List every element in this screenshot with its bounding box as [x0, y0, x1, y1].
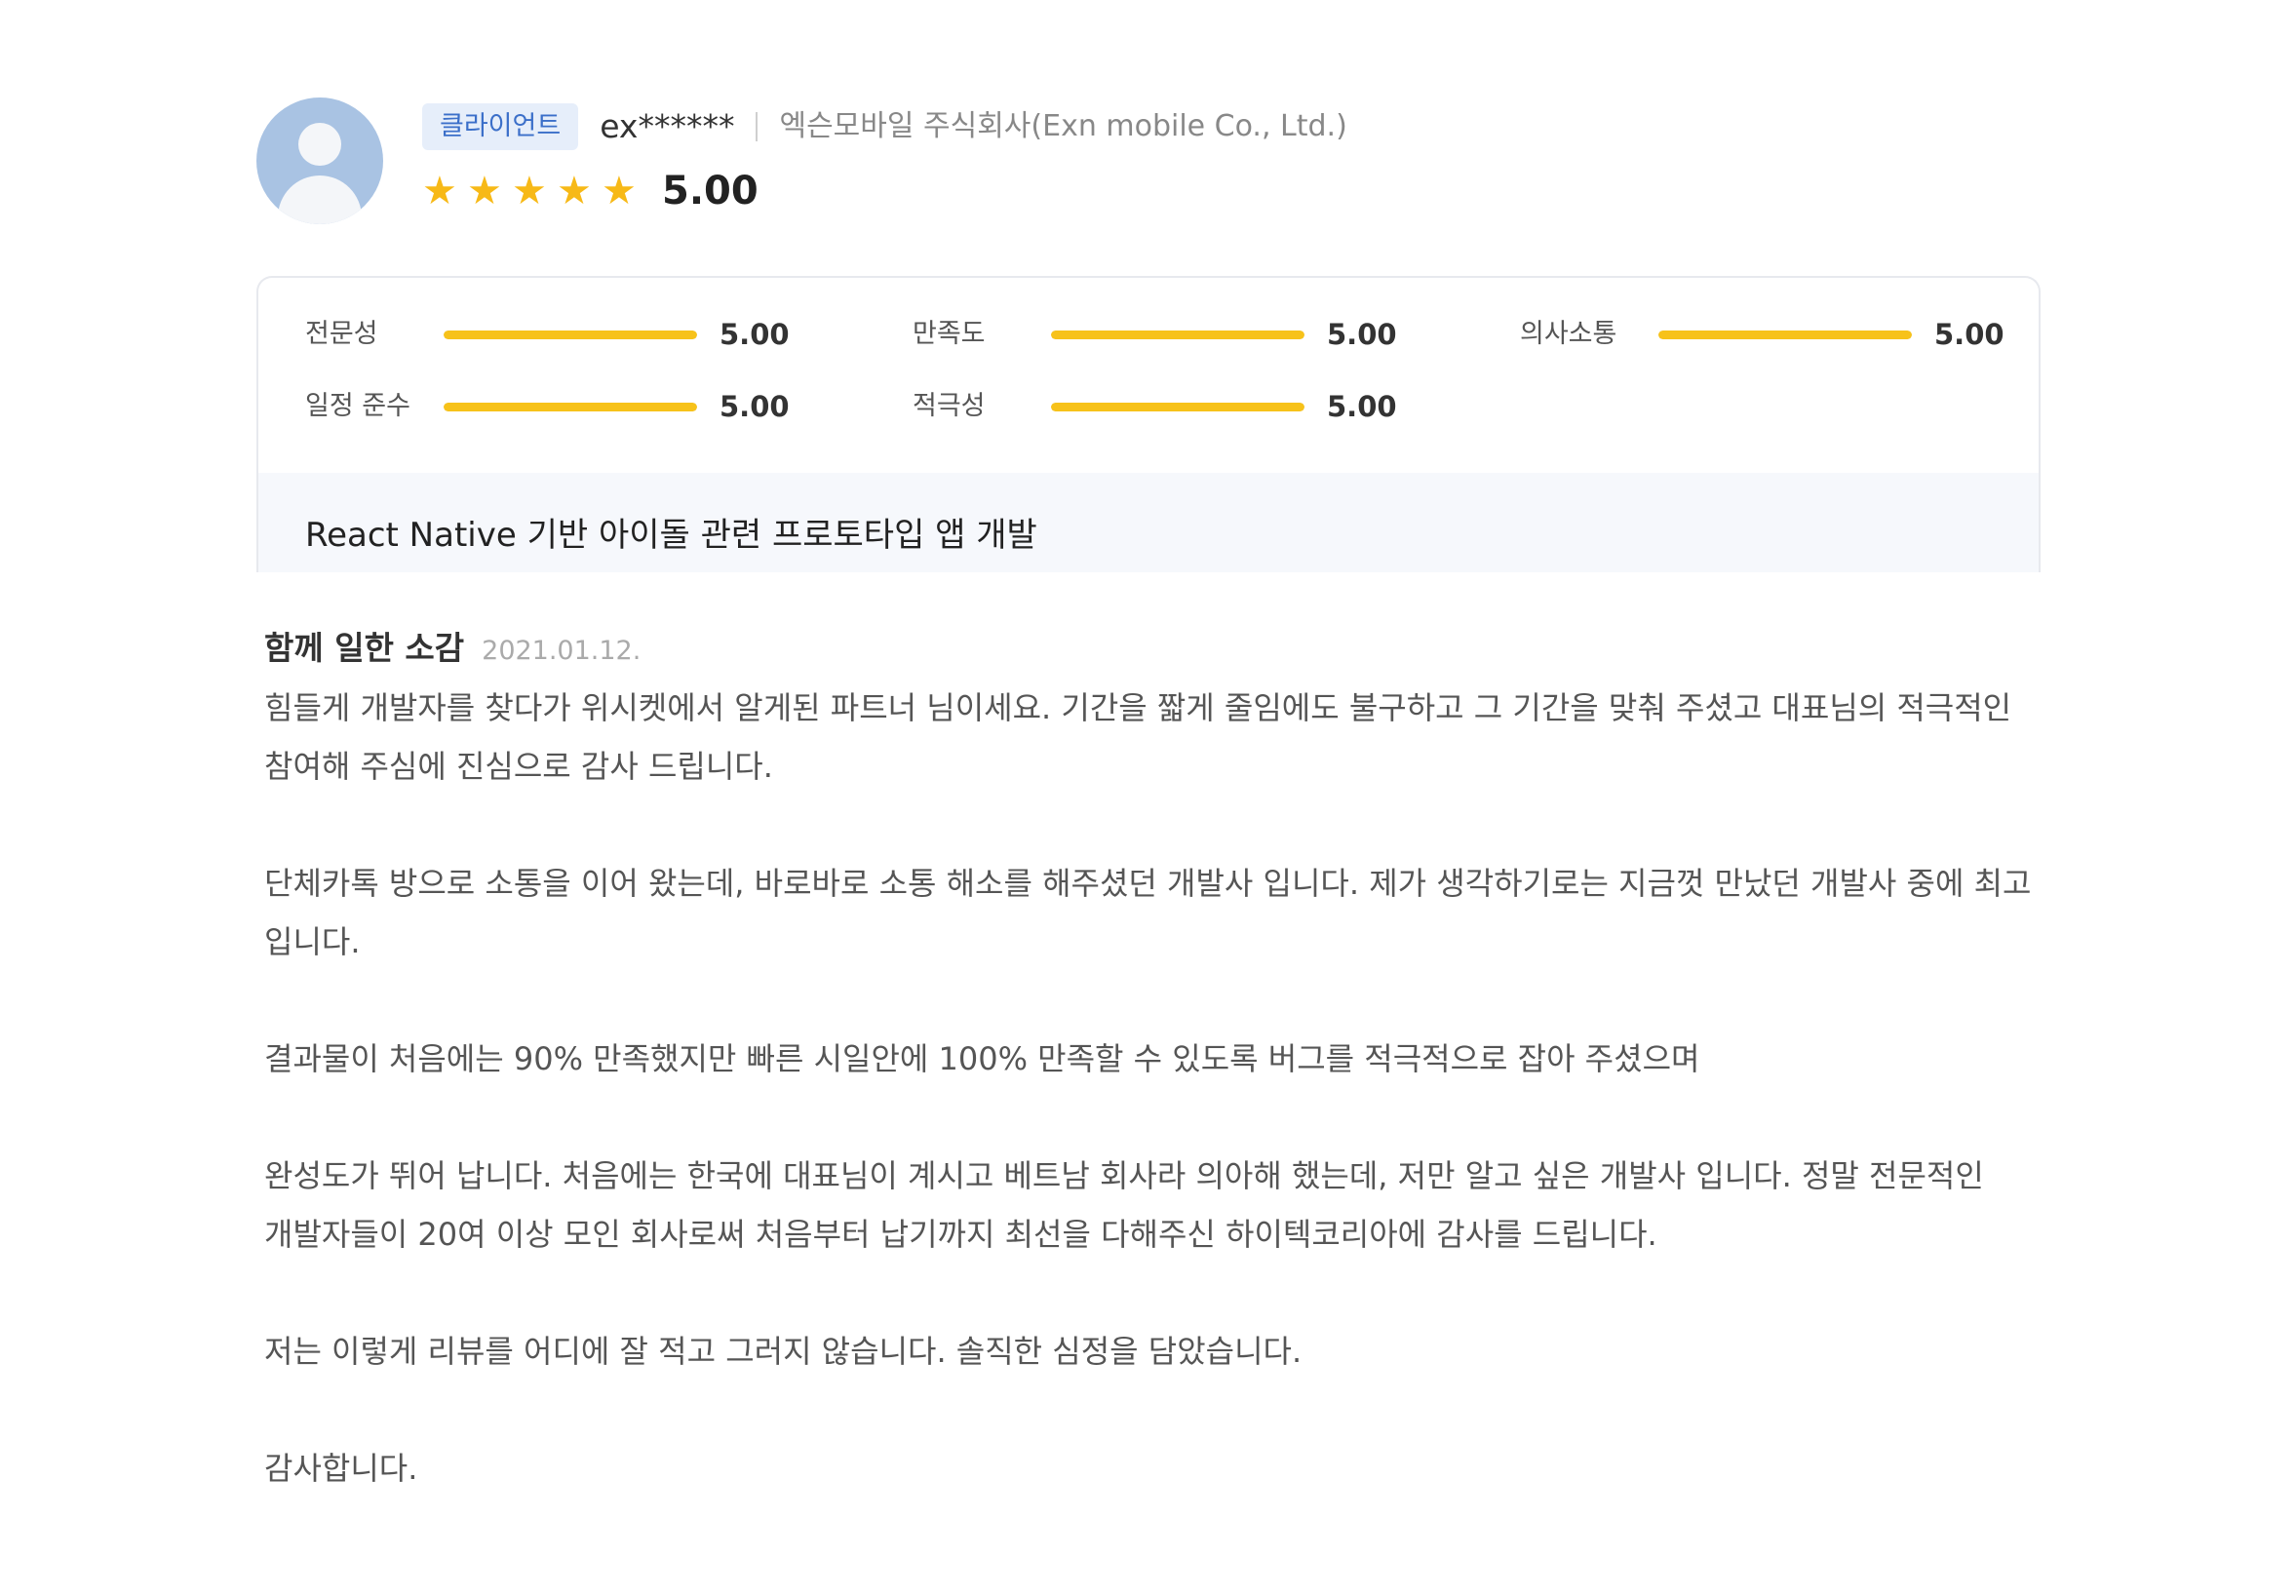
reviewer-company: 엑슨모바일 주식회사(Exn mobile Co., Ltd.): [779, 109, 1347, 143]
overall-score: 5.00: [662, 169, 759, 214]
star-icon: ★: [512, 169, 547, 214]
metric-value: 5.00: [1327, 318, 1397, 351]
star-icon: ★: [602, 169, 637, 214]
star-rating: ★ ★ ★ ★ ★: [422, 172, 641, 211]
review-paragraph: 감사합니다.: [264, 1450, 418, 1487]
metric-satisfaction: 만족도 5.00: [913, 315, 1420, 354]
star-icon: ★: [422, 169, 457, 214]
project-title[interactable]: React Native 기반 아이돌 관련 프로토타입 앱 개발: [305, 514, 1037, 557]
metric-bar-fill: [1658, 331, 1912, 339]
review-text: 힘들게 개발자를 찾다가 위시켓에서 알게된 파트너 님이세요. 기간을 짧게 …: [264, 679, 2039, 1498]
overall-rating: ★ ★ ★ ★ ★ 5.00: [422, 164, 759, 218]
client-badge: 클라이언트: [422, 103, 579, 150]
metric-expertise: 전문성 5.00: [305, 315, 812, 354]
metric-label: 전문성: [305, 319, 378, 349]
review-paragraph: 힘들게 개발자를 찾다가 위시켓에서 알게된 파트너 님이세요. 기간을 짧게 …: [264, 689, 2012, 785]
metric-communication: 의사소통 5.00: [1520, 315, 2027, 354]
review-heading: 함께 일한 소감: [264, 629, 465, 667]
metric-value: 5.00: [720, 390, 790, 423]
review-paragraph: 완성도가 뛰어 납니다. 처음에는 한국에 대표님이 계시고 베트남 회사라 의…: [264, 1157, 1984, 1253]
metric-bar: [444, 403, 697, 411]
metric-bar: [1051, 403, 1304, 411]
review-card: 클라이언트 ex****** 엑슨모바일 주식회사(Exn mobile Co.…: [256, 97, 2041, 1487]
metric-label: 만족도: [913, 319, 986, 349]
metric-bar: [1051, 331, 1304, 339]
metric-bar-fill: [1051, 403, 1304, 411]
review-paragraph: 결과물이 처음에는 90% 만족했지만 빠른 시일안에 100% 만족할 수 있…: [264, 1040, 1700, 1077]
metric-schedule: 일정 준수 5.00: [305, 387, 812, 426]
metric-bar: [1658, 331, 1912, 339]
metric-value: 5.00: [1327, 390, 1397, 423]
avatar: [256, 97, 383, 224]
project-section: React Native 기반 아이돌 관련 프로토타입 앱 개발: [258, 473, 2039, 572]
divider: [756, 112, 759, 141]
reviewer-username: ex******: [600, 107, 735, 145]
metric-label: 적극성: [913, 391, 986, 421]
review-paragraph: 단체카톡 방으로 소통을 이어 왔는데, 바로바로 소통 해소를 해주셨던 개발…: [264, 865, 2032, 960]
metric-value: 5.00: [1934, 318, 2004, 351]
review-date: 2021.01.12.: [482, 636, 642, 666]
review-paragraph: 저는 이렇게 리뷰를 어디에 잘 적고 그러지 않습니다. 솔직한 심정을 담았…: [264, 1333, 1303, 1370]
avatar-body: [278, 175, 362, 224]
metric-bar: [444, 331, 697, 339]
star-icon: ★: [467, 169, 502, 214]
review-header: 클라이언트 ex****** 엑슨모바일 주식회사(Exn mobile Co.…: [256, 97, 2039, 234]
metric-bar-fill: [444, 331, 697, 339]
review-body: 함께 일한 소감 2021.01.12. 힘들게 개발자를 찾다가 위시켓에서 …: [264, 622, 2039, 1556]
metric-proactiveness: 적극성 5.00: [913, 387, 1420, 426]
reviewer-identity: 클라이언트 ex****** 엑슨모바일 주식회사(Exn mobile Co.…: [422, 103, 1347, 150]
review-heading-row: 함께 일한 소감 2021.01.12.: [264, 622, 2039, 667]
metric-bar-fill: [444, 403, 697, 411]
star-icon: ★: [557, 169, 592, 214]
metric-value: 5.00: [720, 318, 790, 351]
rating-box: 전문성 5.00 만족도 5.00 의사소통 5.00 일정 준수 5.00 적…: [256, 276, 2041, 572]
metric-label: 의사소통: [1520, 319, 1617, 349]
metric-label: 일정 준수: [305, 391, 410, 421]
metric-bar-fill: [1051, 331, 1304, 339]
avatar-head: [298, 123, 341, 166]
